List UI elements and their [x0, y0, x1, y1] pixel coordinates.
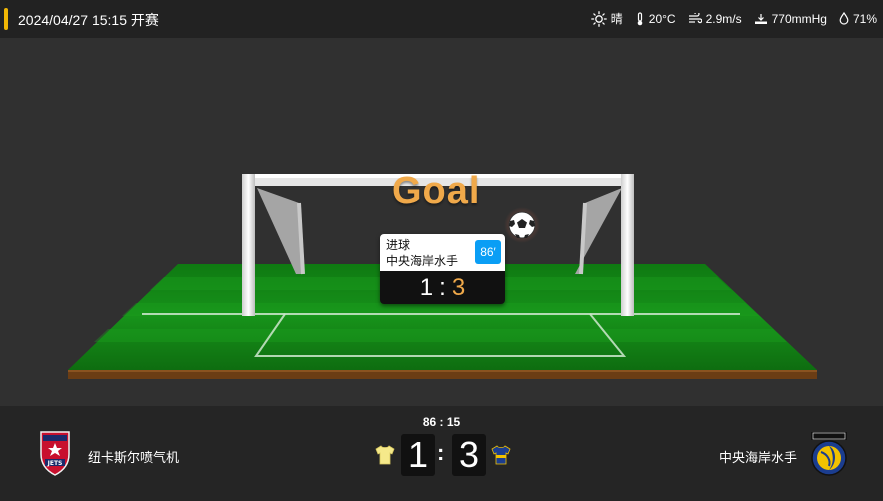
wind-text: 2.9m/s	[705, 11, 742, 26]
top-bar: 2024/04/27 15:15 开赛 晴 20°C 2.9m/s 770mmH…	[0, 0, 883, 38]
sun-icon	[590, 10, 607, 27]
away-kit-icon	[491, 445, 511, 465]
event-away-score: 3	[451, 273, 466, 301]
pressure-icon	[754, 13, 767, 24]
weather-condition-text: 晴	[610, 12, 623, 26]
svg-text:JETS: JETS	[47, 460, 63, 467]
pitch-illustration	[68, 174, 817, 379]
weather-condition: 晴	[590, 10, 623, 27]
event-score: 1 : 3	[380, 271, 505, 304]
home-score: 1	[401, 434, 435, 476]
humidity-icon	[839, 12, 849, 25]
goal-left-post	[242, 174, 255, 316]
home-team-name: 纽卡斯尔喷气机	[88, 450, 180, 465]
event-home-score: 1	[419, 273, 434, 301]
weather-bar: 晴 20°C 2.9m/s 770mmHg 71%	[590, 10, 877, 27]
event-score-separator: :	[439, 273, 446, 301]
weather-pressure: 770mmHg	[754, 12, 827, 26]
event-minute-badge: 86′	[475, 240, 501, 264]
score-separator: :	[437, 440, 445, 465]
goal-event-header: 进球 中央海岸水手 86′	[380, 234, 505, 271]
weather-wind: 2.9m/s	[688, 12, 742, 26]
humidity-text: 71%	[852, 11, 877, 26]
weather-humidity: 71%	[839, 12, 877, 26]
goal-event-popup: 进球 中央海岸水手 86′ 1 : 3	[380, 234, 505, 304]
home-kit-icon	[375, 445, 395, 465]
event-team-name: 中央海岸水手	[386, 254, 459, 268]
match-clock: 86 : 15	[422, 415, 461, 429]
accent-marker	[4, 8, 8, 30]
match-animation-stage: Goal	[0, 38, 883, 406]
pressure-text: 770mmHg	[771, 11, 827, 26]
away-team-name: 中央海岸水手	[718, 450, 797, 465]
home-team-logo: JETS	[38, 430, 72, 481]
scoreboard-bar: 86 : 15 JETS 纽卡斯尔喷气机 1 : 3 中央海岸水手	[0, 406, 883, 501]
away-team-logo	[807, 430, 851, 483]
temperature-text: 20°C	[648, 11, 676, 26]
football-icon	[508, 211, 536, 239]
weather-temperature: 20°C	[635, 12, 676, 26]
thermometer-icon	[637, 11, 643, 25]
goal-title: Goal	[392, 170, 481, 212]
goal-right-post	[621, 174, 634, 316]
event-type-label: 进球	[386, 238, 411, 252]
wind-icon	[688, 12, 702, 23]
away-score: 3	[452, 434, 486, 476]
match-datetime: 2024/04/27 15:15 开赛	[18, 12, 159, 28]
